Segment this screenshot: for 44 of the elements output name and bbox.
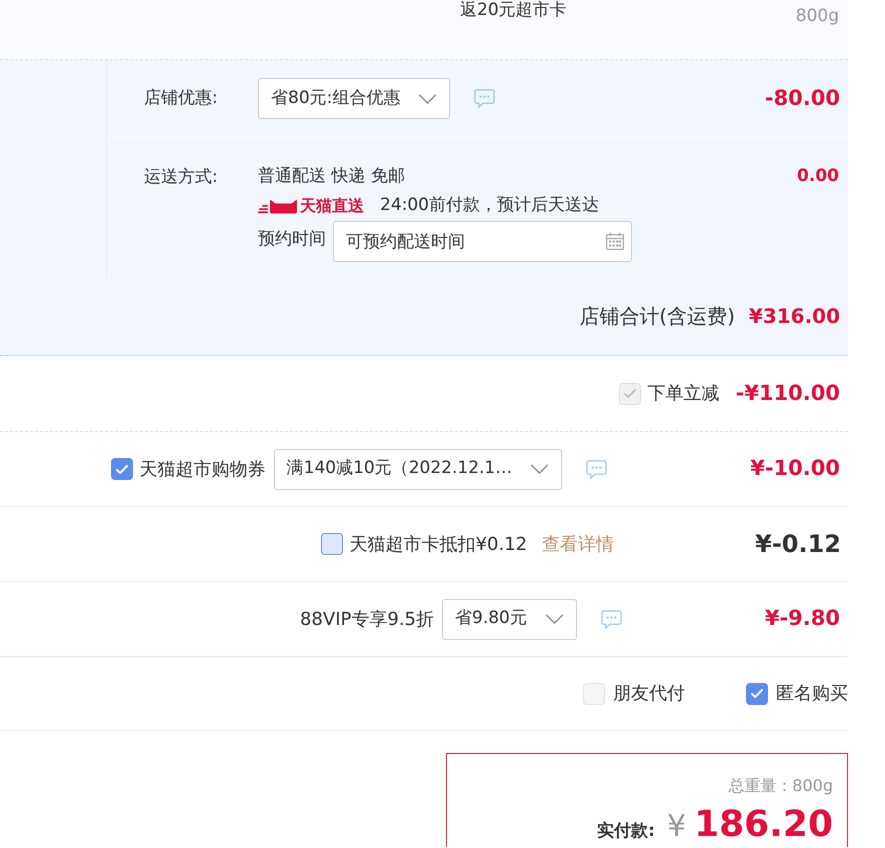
- chevron-down-icon: [530, 464, 550, 474]
- checkbox[interactable]: [320, 533, 343, 555]
- discount-label: 天猫超市卡抵扣¥0.12: [350, 532, 528, 556]
- amount: 0.00: [797, 166, 839, 186]
- amount: ¥-10.00: [750, 456, 840, 480]
- amount: ¥316.00: [748, 304, 840, 328]
- discount-label: 天猫超市购物券: [140, 458, 266, 482]
- store-discount-label: 店铺优惠:: [144, 88, 218, 108]
- dropdown-select[interactable]: 省80元:组合优惠: [258, 78, 450, 119]
- currency-sign: ¥: [666, 809, 686, 845]
- chat-bubble-icon[interactable]: [586, 460, 608, 478]
- shipping-method: 普通配送 快递 免邮: [258, 165, 405, 187]
- chevron-down-icon: [418, 94, 438, 104]
- shipping-label: 运送方式:: [144, 167, 218, 187]
- checkmark-icon: [751, 689, 763, 698]
- payable-amount: 186.20: [694, 806, 833, 844]
- cat-head-icon: [258, 198, 298, 214]
- discount-label: 下单立减: [648, 382, 720, 406]
- delivery-service: 天猫直送: [300, 195, 364, 217]
- option-label: 匿名购买: [776, 682, 848, 706]
- chat-bubble-icon[interactable]: [600, 610, 622, 628]
- amount: ¥-9.80: [764, 606, 840, 630]
- amount: ¥-0.12: [755, 530, 841, 558]
- item-weight: 800g: [796, 5, 839, 28]
- calendar-icon: [606, 232, 624, 250]
- total-weight: 总重量：800g: [728, 776, 833, 796]
- delivery-time-field[interactable]: 可预约配送时间: [333, 221, 632, 262]
- reservation-label: 预约时间: [258, 228, 326, 250]
- amount: -¥110.00: [736, 380, 840, 405]
- checkmark-icon: [624, 389, 636, 398]
- promo-text: 返20元超市卡: [460, 0, 567, 20]
- amount: -80.00: [764, 86, 840, 110]
- checkmark-icon: [116, 464, 128, 474]
- dropdown-select[interactable]: 满140减10元（2022.12.1…: [274, 448, 562, 490]
- chevron-down-icon: [544, 614, 564, 624]
- checkbox[interactable]: [110, 458, 133, 480]
- chat-bubble-icon[interactable]: [474, 89, 496, 108]
- discount-label: 88VIP专享9.5折: [300, 608, 434, 632]
- delivery-deadline: 24:00前付款，预计后天送达: [380, 194, 599, 218]
- option-label: 朋友代付: [613, 682, 685, 706]
- store-total-label: 店铺合计(含运费): [579, 303, 735, 330]
- dropdown-select[interactable]: 省9.80元: [442, 598, 577, 640]
- pay-label: 实付款:: [597, 820, 655, 843]
- checkbox[interactable]: [746, 682, 768, 704]
